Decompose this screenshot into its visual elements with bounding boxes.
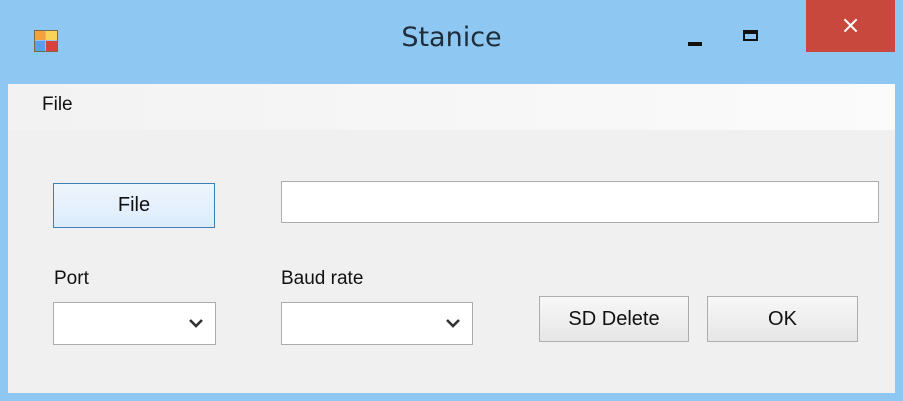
ok-button[interactable]: OK xyxy=(707,296,858,342)
file-button[interactable]: File xyxy=(53,183,215,228)
sd-delete-button[interactable]: SD Delete xyxy=(539,296,689,342)
minimize-icon[interactable] xyxy=(676,26,716,58)
menu-bar: File xyxy=(8,84,895,130)
baud-rate-label: Baud rate xyxy=(281,268,364,289)
maximize-icon[interactable] xyxy=(732,22,772,54)
window-client-area: File File Port Baud rate SD Delete OK xyxy=(8,84,895,393)
app-window: Stanice × File File Port Baud rate SD De… xyxy=(0,0,903,401)
chevron-down-icon xyxy=(189,319,203,328)
menu-item-file[interactable]: File xyxy=(34,91,81,119)
close-icon[interactable]: × xyxy=(806,0,895,52)
file-path-input[interactable] xyxy=(281,181,879,223)
baud-rate-dropdown[interactable] xyxy=(281,302,473,345)
port-label: Port xyxy=(54,268,89,289)
chevron-down-icon xyxy=(446,319,460,328)
port-dropdown[interactable] xyxy=(53,302,216,345)
title-bar[interactable]: Stanice × xyxy=(0,0,903,84)
